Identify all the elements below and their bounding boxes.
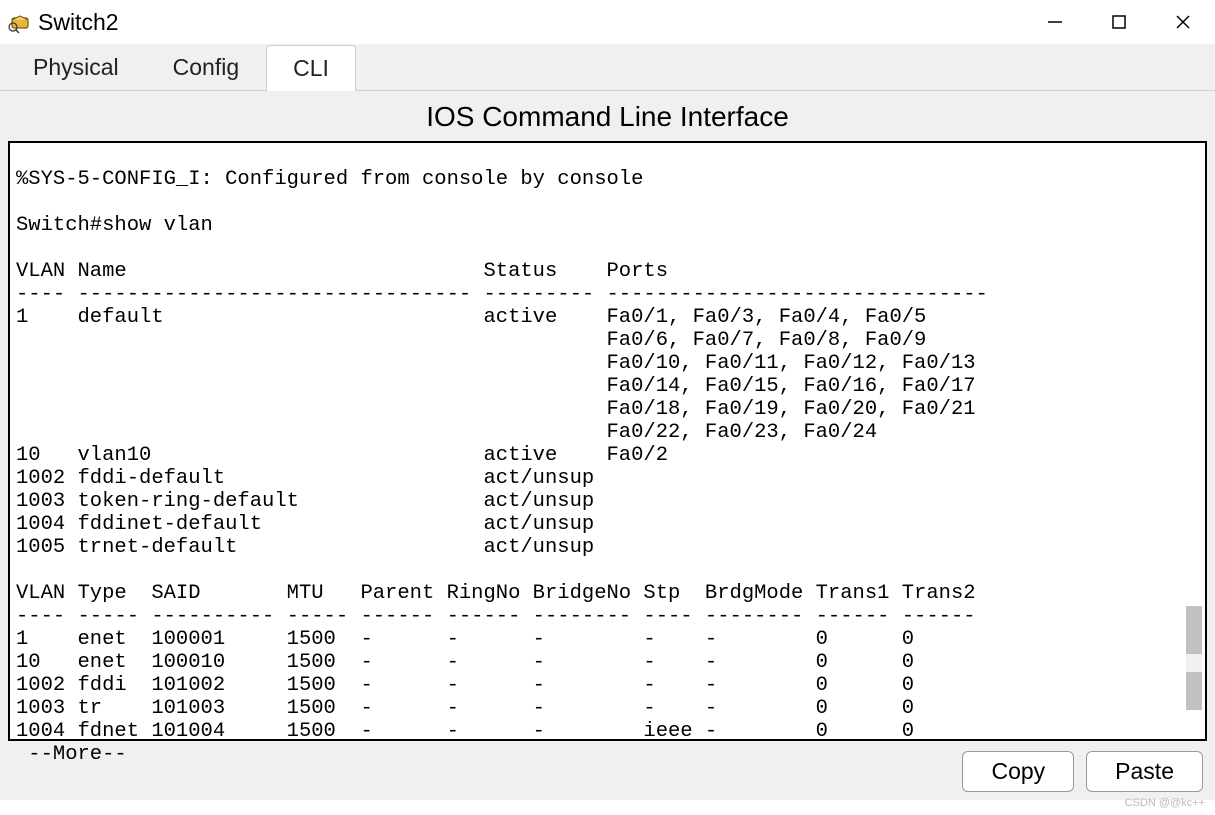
titlebar: Switch2 xyxy=(0,0,1215,44)
cli-panel: IOS Command Line Interface %SYS-5-CONFIG… xyxy=(0,91,1215,800)
window-title: Switch2 xyxy=(38,9,119,36)
tab-config[interactable]: Config xyxy=(146,44,266,90)
minimize-button[interactable] xyxy=(1023,0,1087,44)
tab-cli[interactable]: CLI xyxy=(266,45,356,91)
maximize-button[interactable] xyxy=(1087,0,1151,44)
scroll-thumb-lower[interactable] xyxy=(1186,672,1202,710)
tab-physical[interactable]: Physical xyxy=(6,44,146,90)
terminal-output[interactable]: %SYS-5-CONFIG_I: Configured from console… xyxy=(16,168,1199,766)
scrollbar[interactable] xyxy=(1184,146,1202,736)
window-controls xyxy=(1023,0,1215,44)
scroll-thumb-upper[interactable] xyxy=(1186,606,1202,654)
watermark: CSDN @@kc++ xyxy=(1125,797,1205,809)
tab-bar: PhysicalConfigCLI xyxy=(0,44,1215,91)
cli-heading: IOS Command Line Interface xyxy=(0,91,1215,141)
app-window: Switch2 PhysicalConfigCLI IOS Command Li… xyxy=(0,0,1215,815)
terminal-container: %SYS-5-CONFIG_I: Configured from console… xyxy=(8,141,1207,741)
close-button[interactable] xyxy=(1151,0,1215,44)
app-icon xyxy=(8,10,32,34)
scroll-nub[interactable] xyxy=(1186,654,1202,672)
